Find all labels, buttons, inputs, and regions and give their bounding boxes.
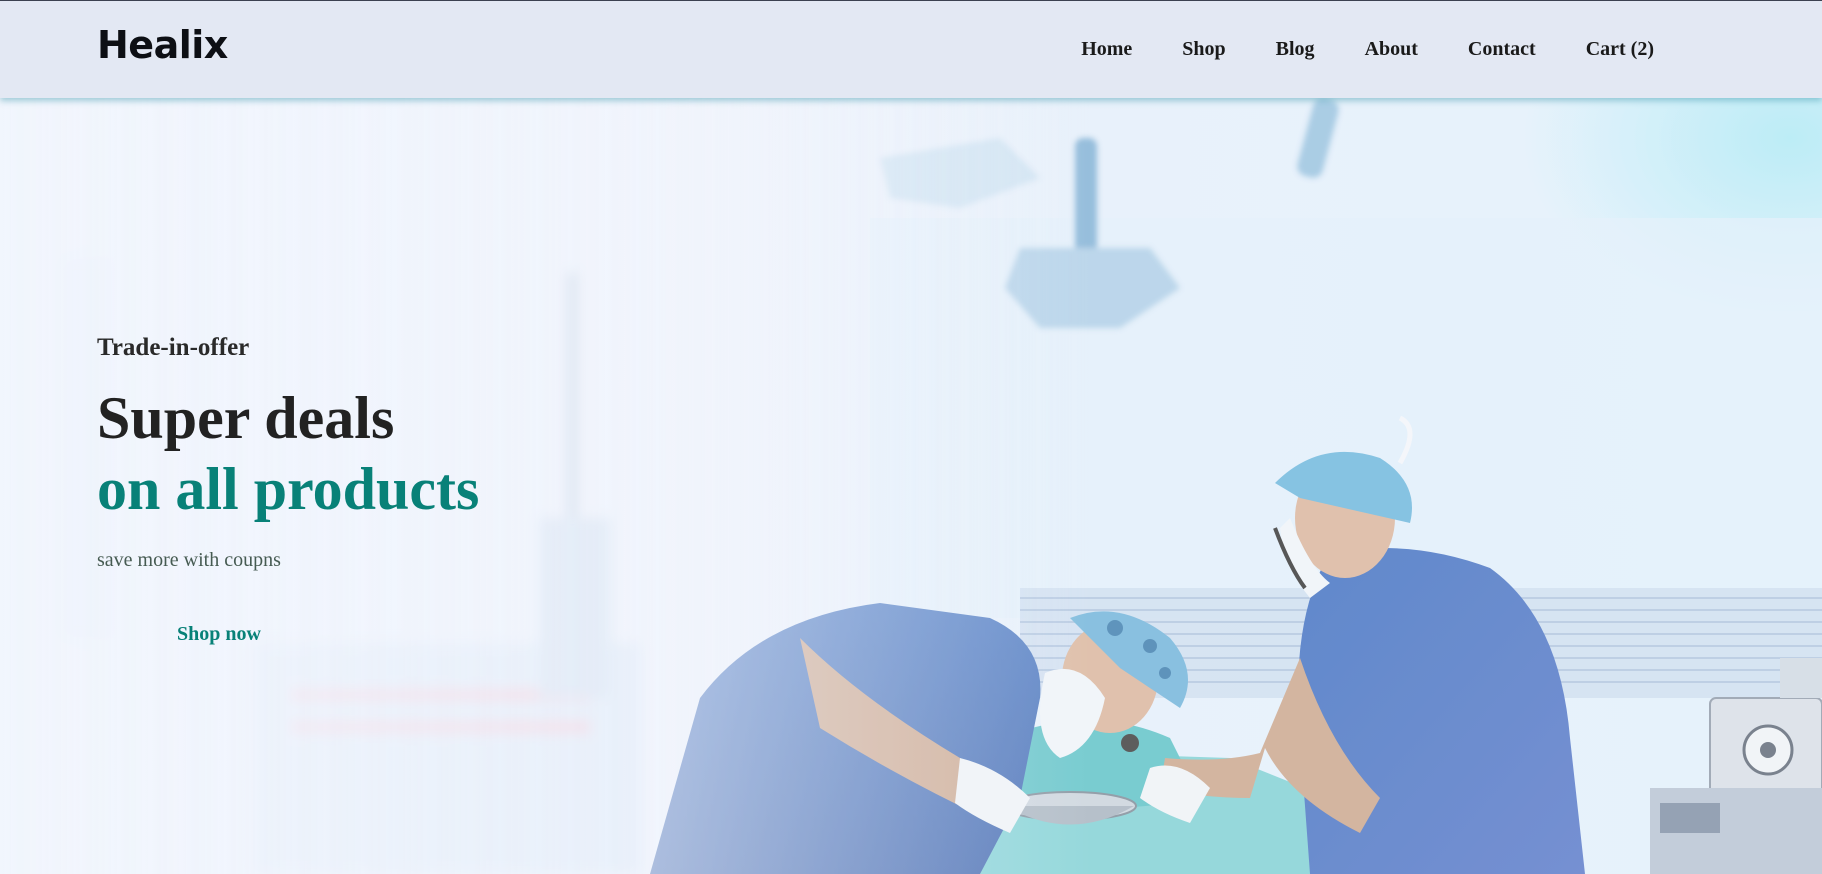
nav-link-home[interactable]: Home: [1081, 38, 1132, 60]
nav-item-blog: Blog: [1276, 38, 1315, 61]
hero-kicker: Trade-in-offer: [97, 334, 250, 361]
hero-headline-accent: on all products: [97, 456, 480, 522]
nav-item-contact: Contact: [1468, 38, 1536, 61]
nav-item-about: About: [1365, 38, 1418, 61]
brand-logo[interactable]: Healix: [97, 23, 228, 67]
site-header: Healix Home Shop Blog About Contact Cart…: [0, 0, 1822, 98]
nav-item-home: Home: [1081, 38, 1132, 61]
nav-item-shop: Shop: [1182, 38, 1225, 61]
hero-section: Trade-in-offer Super deals on all produc…: [0, 98, 1822, 874]
main-nav: Home Shop Blog About Contact Cart (2): [1081, 38, 1654, 61]
hero-headline: Super deals: [97, 385, 395, 451]
nav-link-cart[interactable]: Cart (2): [1586, 38, 1654, 60]
hero-subtext: save more with coupns: [97, 549, 281, 571]
nav-link-shop[interactable]: Shop: [1182, 38, 1225, 60]
nav-link-blog[interactable]: Blog: [1276, 38, 1315, 60]
shop-now-button[interactable]: Shop now: [97, 606, 341, 662]
nav-link-about[interactable]: About: [1365, 38, 1418, 60]
nav-link-contact[interactable]: Contact: [1468, 38, 1536, 60]
nav-item-cart: Cart (2): [1586, 38, 1654, 61]
